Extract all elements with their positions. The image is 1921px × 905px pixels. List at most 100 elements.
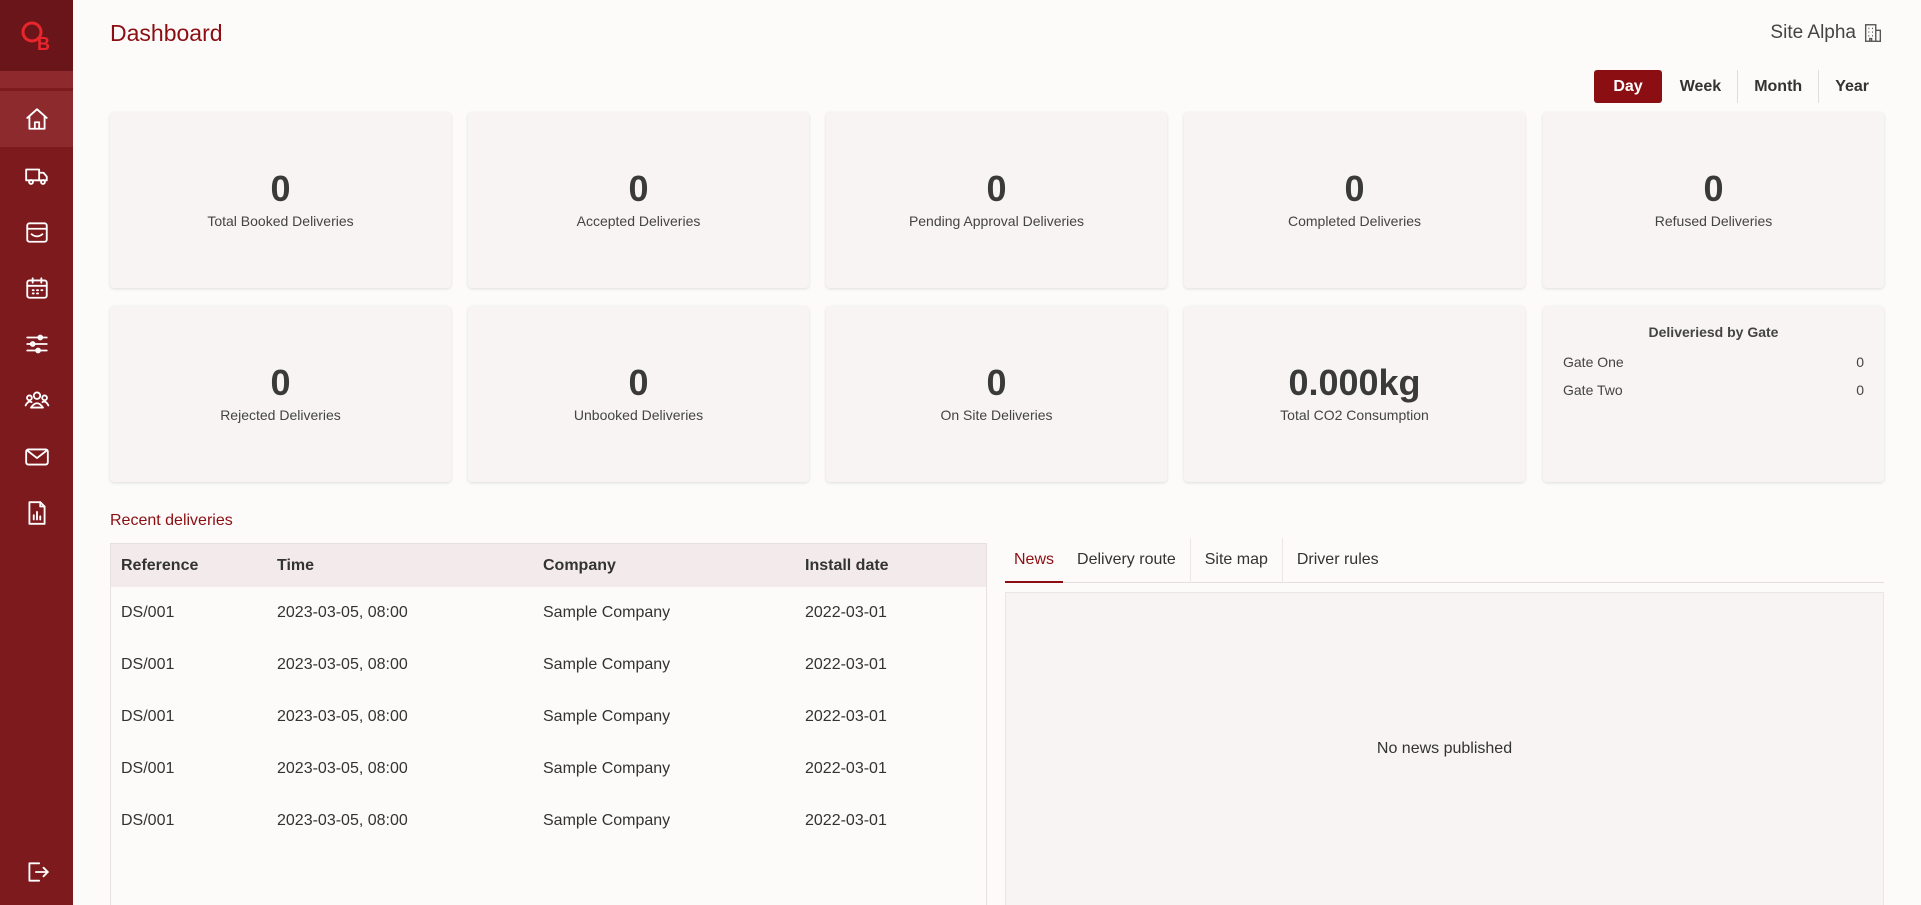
gate-row: Gate Two 0 — [1563, 382, 1864, 398]
stat-card-refused: 0 Refused Deliveries — [1543, 112, 1884, 288]
cell-install-date: 2022-03-01 — [805, 604, 887, 621]
column-header-time[interactable]: Time — [277, 557, 543, 575]
sliders-icon — [25, 334, 48, 354]
recent-deliveries-table: Reference Time Company Install date DS/0… — [110, 543, 987, 905]
cell-company: Sample Company — [543, 604, 671, 621]
cell-company: Sample Company — [543, 708, 671, 725]
logo-icon: B — [21, 21, 50, 54]
stat-card-co2: 0.000kg Total CO2 Consumption — [1184, 306, 1525, 482]
gate-name: Gate Two — [1563, 382, 1623, 398]
cell-reference: DS/001 — [121, 604, 175, 621]
logout-icon — [27, 862, 49, 882]
stat-label: On Site Deliveries — [940, 407, 1053, 423]
sidebar-divider — [0, 71, 73, 88]
gate-card-title: Deliveriesd by Gate — [1648, 324, 1779, 340]
nav-reports[interactable] — [0, 485, 73, 541]
nav-messages[interactable] — [0, 429, 73, 485]
stat-card-accepted: 0 Accepted Deliveries — [468, 112, 809, 288]
gate-row: Gate One 0 — [1563, 354, 1864, 370]
archive-icon — [25, 222, 48, 243]
table-header: Reference Time Company Install date — [111, 544, 986, 587]
cell-reference: DS/001 — [121, 656, 175, 673]
stat-value: 0 — [270, 362, 291, 403]
truck-icon — [24, 168, 48, 185]
period-month-button[interactable]: Month — [1737, 70, 1818, 103]
nav-home[interactable] — [0, 91, 73, 147]
cell-install-date: 2022-03-01 — [805, 708, 887, 725]
table-row[interactable]: DS/001 2023-03-05, 08:00 Sample Company … — [111, 587, 986, 639]
nav-settings[interactable] — [0, 316, 73, 372]
users-icon — [24, 391, 49, 409]
stat-label: Unbooked Deliveries — [573, 407, 704, 423]
stat-value: 0 — [986, 168, 1007, 209]
nav-deliveries[interactable] — [0, 148, 73, 204]
table-row[interactable]: DS/001 2023-03-05, 08:00 Sample Company … — [111, 795, 986, 847]
period-day-button[interactable]: Day — [1594, 70, 1662, 103]
cell-install-date: 2022-03-01 — [805, 760, 887, 777]
stat-label: Refused Deliveries — [1654, 213, 1773, 229]
cell-install-date: 2022-03-01 — [805, 656, 887, 673]
stat-card-pending-approval: 0 Pending Approval Deliveries — [826, 112, 1167, 288]
period-week-button[interactable]: Week — [1664, 70, 1738, 103]
stat-card-completed: 0 Completed Deliveries — [1184, 112, 1525, 288]
stat-label: Accepted Deliveries — [576, 213, 701, 229]
site-selector[interactable]: Site Alpha — [1770, 22, 1884, 44]
tab-delivery-route[interactable]: Delivery route — [1063, 538, 1191, 583]
cell-install-date: 2022-03-01 — [805, 812, 887, 829]
stat-card-total-booked: 0 Total Booked Deliveries — [110, 112, 451, 288]
column-header-company[interactable]: Company — [543, 557, 805, 575]
building-icon — [1864, 24, 1882, 42]
info-tabs: News Delivery route Site map Driver rule… — [1005, 538, 1884, 583]
tab-site-map[interactable]: Site map — [1191, 538, 1283, 583]
cell-time: 2023-03-05, 08:00 — [277, 708, 408, 725]
tab-news[interactable]: News — [1005, 538, 1064, 583]
cell-time: 2023-03-05, 08:00 — [277, 812, 408, 829]
period-toggle: Day Week Month Year — [1594, 70, 1885, 103]
stat-card-unbooked: 0 Unbooked Deliveries — [468, 306, 809, 482]
nav-inbox[interactable] — [0, 204, 73, 260]
cell-company: Sample Company — [543, 760, 671, 777]
nav-users[interactable] — [0, 372, 73, 428]
nav-logout[interactable] — [0, 844, 73, 900]
recent-deliveries-title: Recent deliveries — [110, 512, 233, 529]
table-row[interactable]: DS/001 2023-03-05, 08:00 Sample Company … — [111, 743, 986, 795]
gate-count: 0 — [1856, 354, 1864, 370]
stat-value: 0 — [628, 168, 649, 209]
stat-card-on-site: 0 On Site Deliveries — [826, 306, 1167, 482]
period-year-button[interactable]: Year — [1818, 70, 1885, 103]
stat-value: 0.000kg — [1288, 362, 1421, 403]
sidebar: B — [0, 0, 73, 905]
stat-label: Total Booked Deliveries — [207, 213, 354, 229]
news-empty-message: No news published — [1376, 740, 1513, 757]
column-header-reference[interactable]: Reference — [111, 557, 277, 575]
cell-time: 2023-03-05, 08:00 — [277, 604, 408, 621]
app-logo[interactable]: B — [0, 0, 73, 71]
stat-card-rejected: 0 Rejected Deliveries — [110, 306, 451, 482]
news-panel: No news published — [1005, 592, 1884, 905]
nav-calendar[interactable] — [0, 260, 73, 316]
table-row[interactable]: DS/001 2023-03-05, 08:00 Sample Company … — [111, 691, 986, 743]
cell-company: Sample Company — [543, 812, 671, 829]
stat-value: 0 — [1344, 168, 1365, 209]
stat-label: Pending Approval Deliveries — [908, 213, 1085, 229]
mail-icon — [24, 448, 49, 466]
tab-driver-rules[interactable]: Driver rules — [1283, 538, 1393, 583]
cell-reference: DS/001 — [121, 812, 175, 829]
gate-name: Gate One — [1563, 354, 1624, 370]
cell-time: 2023-03-05, 08:00 — [277, 760, 408, 777]
cell-company: Sample Company — [543, 656, 671, 673]
stat-label: Total CO2 Consumption — [1280, 407, 1429, 423]
gate-count: 0 — [1856, 382, 1864, 398]
calendar-icon — [25, 277, 48, 299]
cell-reference: DS/001 — [121, 708, 175, 725]
cell-time: 2023-03-05, 08:00 — [277, 656, 408, 673]
stat-label: Rejected Deliveries — [220, 407, 341, 423]
report-icon — [27, 501, 46, 525]
gate-card: Deliveriesd by Gate Gate One 0 Gate Two … — [1543, 306, 1884, 482]
table-row[interactable]: DS/001 2023-03-05, 08:00 Sample Company … — [111, 639, 986, 691]
column-header-install-date[interactable]: Install date — [805, 557, 986, 575]
stat-value: 0 — [270, 168, 291, 209]
page-title: Dashboard — [110, 20, 223, 46]
stat-label: Completed Deliveries — [1287, 213, 1422, 229]
home-icon — [25, 108, 48, 130]
